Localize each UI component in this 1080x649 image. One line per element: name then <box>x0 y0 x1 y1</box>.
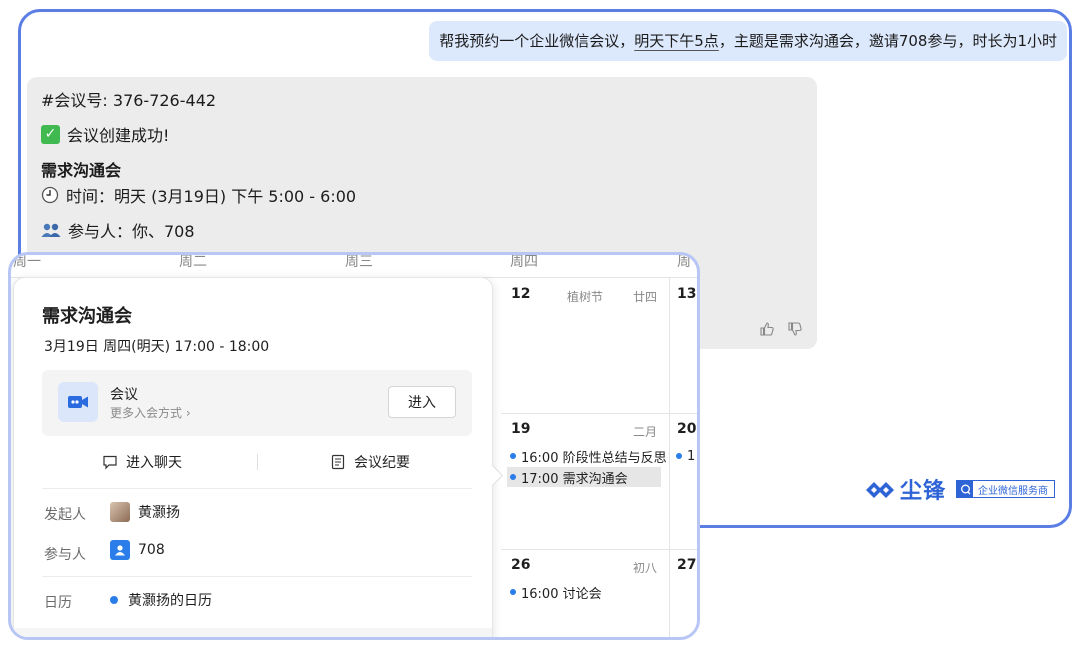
grid-line <box>669 277 670 637</box>
event-dot <box>510 474 516 480</box>
participants-text: 参与人：你、708 <box>68 222 195 241</box>
divider <box>42 488 472 489</box>
day-19[interactable]: 19 <box>511 421 530 437</box>
meeting-title: 需求沟通会 <box>41 161 122 180</box>
day-27[interactable]: 27 <box>677 557 696 573</box>
divider <box>42 576 472 577</box>
day-26[interactable]: 26 <box>511 557 530 573</box>
participants-count: 708 <box>138 542 165 558</box>
event-text: 17:00 需求沟通会 <box>521 471 628 487</box>
brand-chat-icon <box>957 481 973 497</box>
enter-chat-label: 进入聊天 <box>126 455 182 471</box>
event-19-1[interactable]: 16:00 阶段性总结与反思 <box>507 446 667 466</box>
organizer-name: 黄灏扬 <box>138 505 180 521</box>
header-mon: 周一 <box>13 254 41 270</box>
day-19-lunar: 二月 <box>633 425 658 439</box>
avatar <box>110 502 130 522</box>
action-divider <box>257 454 258 470</box>
meeting-label: 会议 <box>110 387 138 403</box>
grid-line <box>501 413 697 414</box>
brand-logo-icon <box>865 482 894 498</box>
day-13[interactable]: 13 <box>677 286 696 302</box>
calendar-name: 黄灏扬的日历 <box>128 593 212 609</box>
event-text: 16:00 阶段性总结与反思 <box>521 450 667 466</box>
user-message-text-pre: 帮我预约一个企业微信会议， <box>439 32 635 50</box>
user-message-bubble: 帮我预约一个企业微信会议，明天下午5点，主题是需求沟通会，邀请708参与，时长为… <box>429 21 1067 61</box>
success-line: ✓ 会议创建成功! <box>41 122 169 146</box>
user-message-text-post: ，主题是需求沟通会，邀请708参与，时长为1小时 <box>718 32 1057 50</box>
participants-label: 参与人 <box>44 547 86 563</box>
document-icon <box>331 454 345 470</box>
meeting-card: 会议 更多入会方式 › 进入 <box>42 370 472 436</box>
day-20[interactable]: 20 <box>677 421 696 437</box>
user-message-text-time: 明天下午5点 <box>634 32 719 50</box>
day-26-lunar: 初八 <box>633 561 658 575</box>
brand-tag-text: 企业微信服务商 <box>978 485 1048 497</box>
brand-tag: 企业微信服务商 <box>956 480 1055 498</box>
event-dot <box>510 453 516 459</box>
brand-name: 尘锋 <box>899 479 946 504</box>
organizer-label: 发起人 <box>44 507 86 523</box>
calendar-color-dot <box>110 596 118 604</box>
header-fri: 周 <box>677 254 691 270</box>
clock-icon <box>41 186 59 204</box>
organizer-value[interactable]: 黄灏扬 <box>110 502 180 522</box>
grid-line <box>501 549 697 550</box>
participants-value[interactable]: 708 <box>110 540 165 560</box>
people-icon <box>41 223 61 237</box>
time-text: 时间：明天 (3月19日) 下午 5:00 - 6:00 <box>66 187 357 206</box>
success-text: 会议创建成功! <box>67 126 170 145</box>
participants-line: 参与人：你、708 <box>41 218 195 242</box>
video-meeting-icon <box>58 382 98 422</box>
day-12[interactable]: 12 <box>511 286 530 302</box>
header-tue: 周二 <box>179 254 207 270</box>
day-12-lunar: 廿四 <box>633 290 658 304</box>
meeting-id-line: #会议号: 376-726-442 <box>41 91 217 110</box>
event-time: 3月19日 周四(明天) 17:00 - 18:00 <box>44 339 270 355</box>
event-text: 16:00 讨论会 <box>521 586 602 602</box>
meeting-minutes-label: 会议纪要 <box>354 455 410 471</box>
stage: 帮我预约一个企业微信会议，明天下午5点，主题是需求沟通会，邀请708参与，时长为… <box>0 0 1080 649</box>
event-26-1[interactable]: 16:00 讨论会 <box>507 582 602 602</box>
popover-footer <box>14 628 492 637</box>
header-wed: 周三 <box>345 254 373 270</box>
enter-meeting-button[interactable]: 进入 <box>388 386 456 418</box>
event-19-2-selected[interactable]: 17:00 需求沟通会 <box>507 467 661 487</box>
brand: 尘锋 企业微信服务商 <box>864 473 1055 505</box>
calendar-label: 日历 <box>44 595 72 611</box>
event-text: 1 <box>687 448 696 464</box>
calendar-window: 周一 周二 周三 周四 周 12 植树节 廿四 13 19 二月 20 16:0… <box>8 252 700 640</box>
event-dot <box>510 589 516 595</box>
chat-bubble-icon <box>103 455 117 470</box>
check-icon: ✓ <box>41 124 60 144</box>
time-line: 时间：明天 (3月19日) 下午 5:00 - 6:00 <box>41 183 356 207</box>
event-dot <box>676 453 682 459</box>
event-20-1[interactable]: 1 <box>673 446 695 466</box>
header-thu: 周四 <box>510 254 538 270</box>
person-icon <box>110 540 130 560</box>
thumbs-down-icon[interactable] <box>787 321 803 337</box>
meeting-minutes-button[interactable]: 会议纪要 <box>330 452 410 472</box>
thumbs-up-icon[interactable] <box>759 321 775 337</box>
feedback-buttons <box>759 321 803 337</box>
calendar-value: 黄灏扬的日历 <box>110 590 212 610</box>
event-detail-popover: 需求沟通会 3月19日 周四(明天) 17:00 - 18:00 会议 更多入会… <box>13 277 493 637</box>
more-join-methods-link[interactable]: 更多入会方式 › <box>110 404 191 421</box>
day-12-festival: 植树节 <box>567 290 604 304</box>
event-title: 需求沟通会 <box>42 306 132 327</box>
enter-chat-button[interactable]: 进入聊天 <box>102 452 182 472</box>
